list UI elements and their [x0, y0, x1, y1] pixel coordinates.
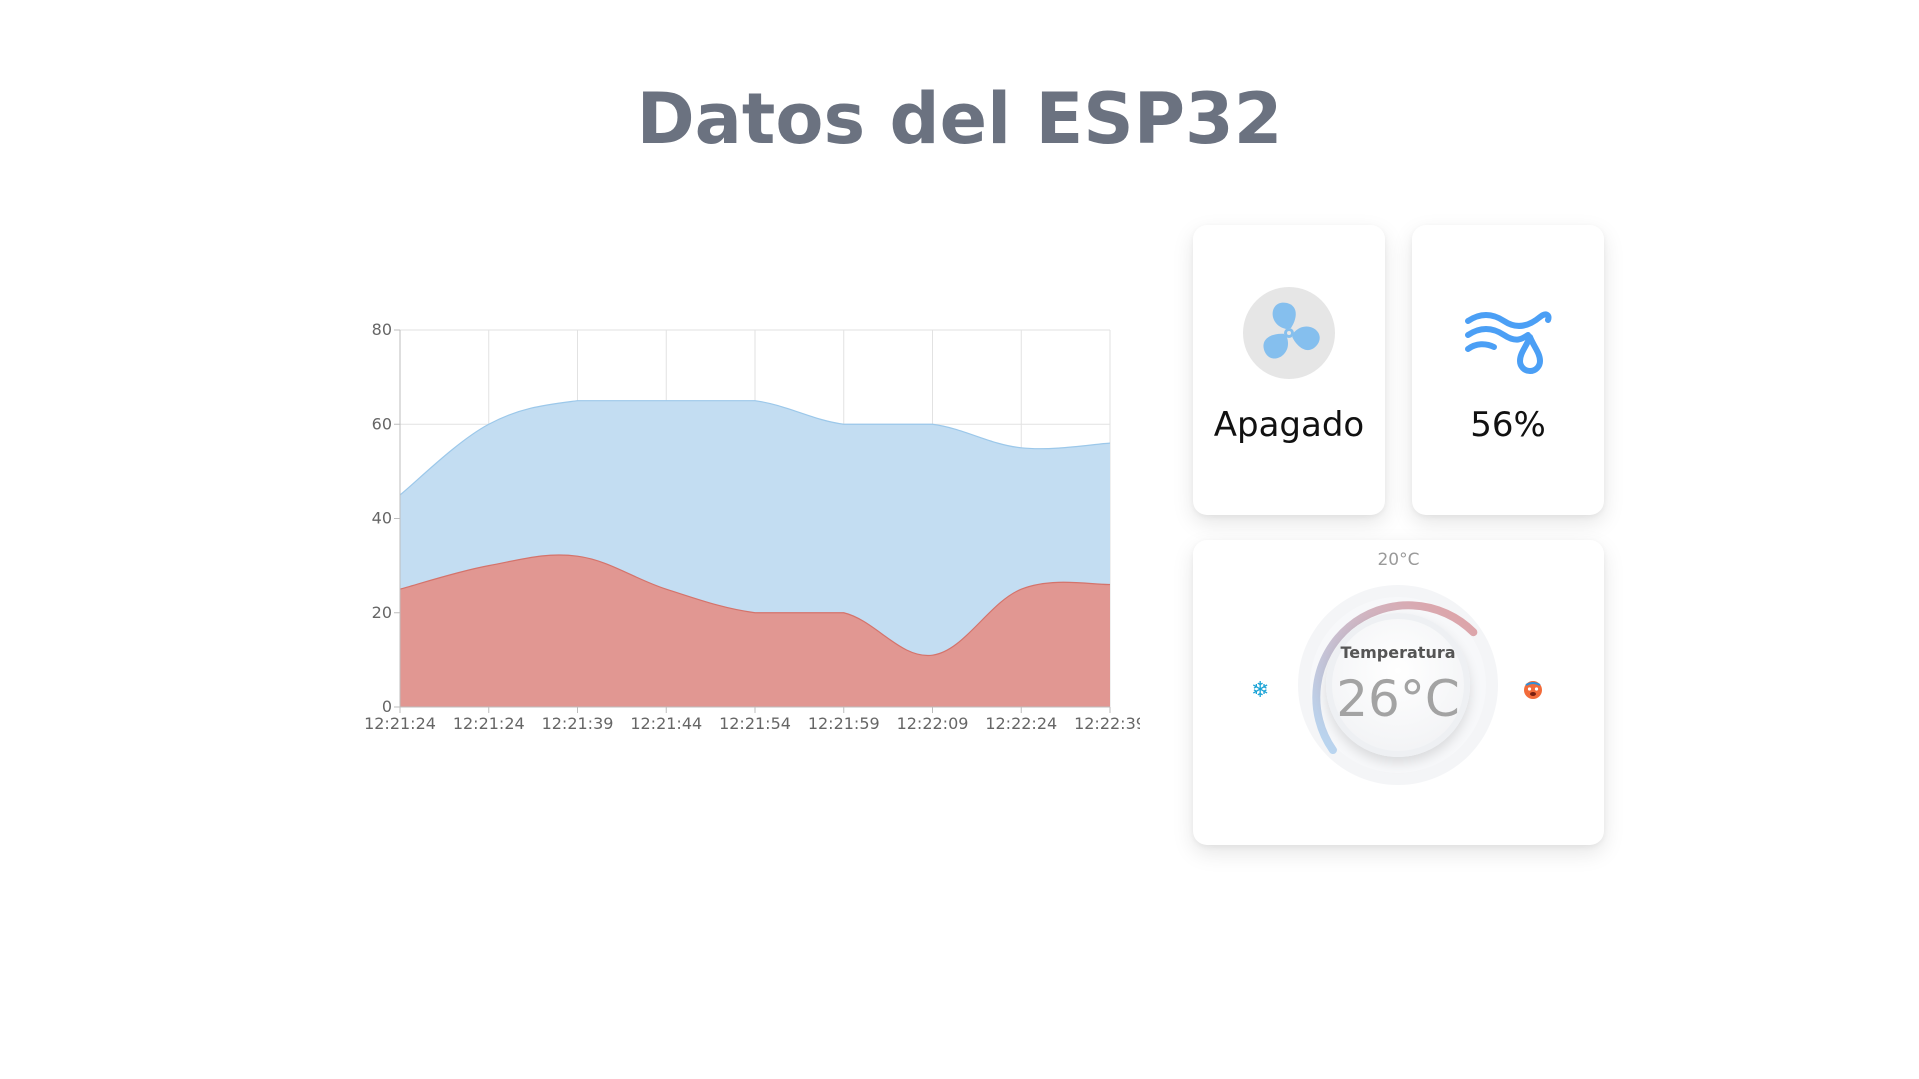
temperature-value: 26°C [1336, 670, 1460, 728]
fan-card: Apagado [1193, 225, 1385, 515]
humidity-value: 56% [1470, 405, 1546, 445]
fan-icon [1243, 287, 1335, 379]
y-tick-label: 20 [372, 603, 392, 622]
page-title: Datos del ESP32 [636, 78, 1283, 160]
temperature-gauge[interactable]: Temperatura 26°C [1293, 580, 1503, 790]
x-tick-label: 12:21:54 [719, 714, 791, 730]
x-tick-label: 12:22:24 [985, 714, 1057, 730]
area-chart: 02040608012:21:24 12:21:24 12:21:39 12:21:4… [364, 320, 1140, 730]
temperature-dial: Temperatura 26°C [1326, 613, 1470, 757]
temperature-setpoint[interactable]: 20°C [1193, 550, 1604, 570]
y-tick-label: 40 [372, 509, 392, 528]
hot-face-icon [1523, 680, 1543, 700]
x-tick-label: 12:22:09 [897, 714, 969, 730]
x-tick-label: 12:21:59 [808, 714, 880, 730]
sensor-chart: 0 20 40 60 80 12:21:24 12:21:24 12:21:39 12:21:4… [350, 310, 1140, 730]
fan-status: Apagado [1213, 405, 1365, 445]
humidity-card: 56% [1412, 225, 1604, 515]
y-tick-label: 80 [372, 320, 392, 339]
y-tick-label: 60 [372, 414, 392, 433]
x-tick-label: 12:21:39 [542, 714, 614, 730]
x-tick-label: 12:21:24 [364, 714, 436, 730]
dashboard: Datos del ESP32 0 20 40 60 80 12:21:24 12:21:2… [0, 0, 1919, 1079]
x-tick-label: 12:22:39 [1074, 714, 1140, 730]
humidity-icon [1462, 293, 1554, 385]
temperature-card: 20°C ❄ Temperatura 26°C [1193, 540, 1604, 845]
snowflake-icon: ❄ [1251, 678, 1270, 703]
temperature-label: Temperatura [1340, 643, 1456, 662]
x-tick-label: 12:21:44 [630, 714, 702, 730]
x-tick-label: 12:21:24 [453, 714, 525, 730]
